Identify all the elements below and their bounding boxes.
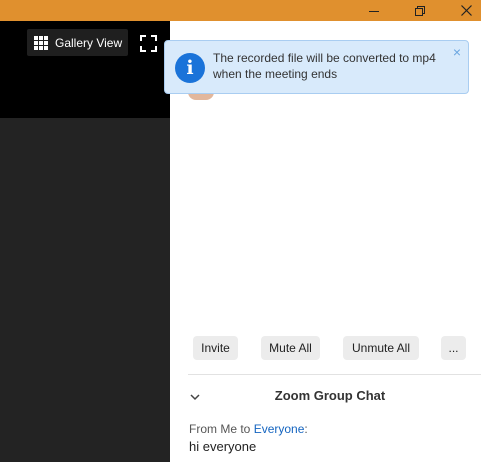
mute-all-button[interactable]: Mute All [261,336,320,360]
video-area-lower [0,118,170,462]
chat-recipient-link[interactable]: Everyone [254,422,305,436]
gallery-view-button[interactable]: Gallery View [27,29,128,56]
minimize-icon [369,10,379,12]
chevron-down-icon[interactable] [189,391,201,403]
fullscreen-icon[interactable] [140,35,157,52]
notification-message: The recorded file will be converted to m… [213,51,436,81]
chat-message-text: hi everyone [189,439,257,454]
chat-message-meta: From Me to Everyone: [189,422,308,436]
info-icon: i [175,53,205,83]
restore-icon [415,5,425,16]
close-window-button[interactable] [443,0,481,21]
recording-notification: i The recorded file will be converted to… [164,40,469,94]
invite-button[interactable]: Invite [193,336,238,360]
grid-icon [34,35,48,50]
chat-sender: From Me to [189,422,254,436]
chat-title: Zoom Group Chat [274,388,386,403]
gallery-view-label: Gallery View [55,35,123,50]
divider [188,374,481,375]
close-icon[interactable]: × [450,45,464,59]
chat-meta-suffix: : [304,422,308,436]
close-icon [460,5,472,16]
restore-button[interactable] [397,0,443,21]
more-options-button[interactable]: ... [441,336,466,360]
minimize-button[interactable] [351,0,397,21]
unmute-all-button[interactable]: Unmute All [343,336,419,360]
